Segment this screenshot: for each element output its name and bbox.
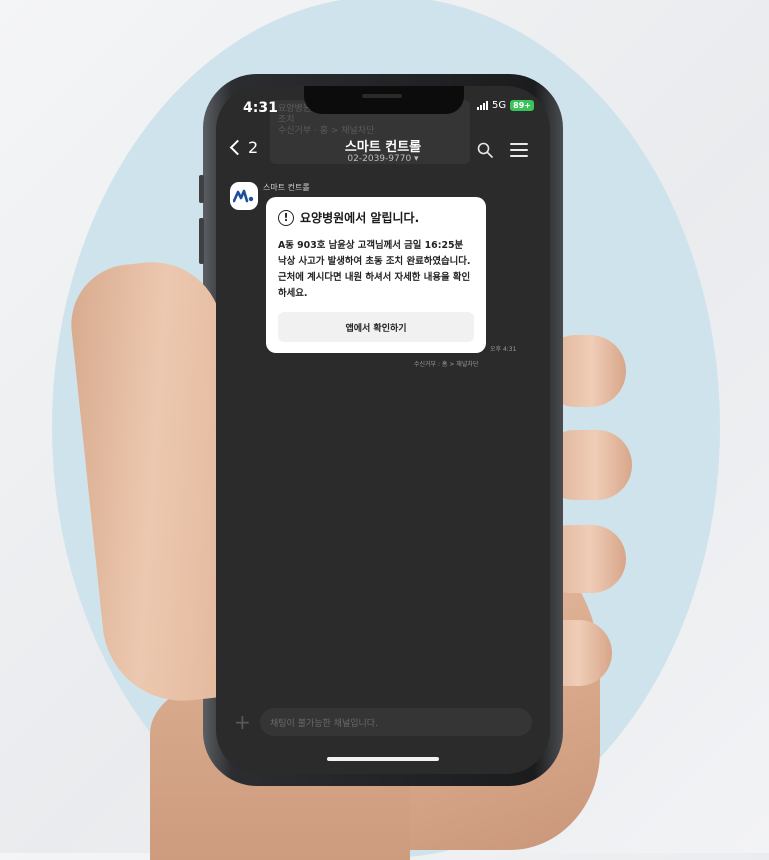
card-body-line: A동 903호 남윤상 고객님께서 금일 16:25분 <box>278 240 464 251</box>
card-body-line: 낙상 사고가 발생하여 초동 조치 완료하였습니다. <box>278 256 471 267</box>
card-body-line: 하세요. <box>278 288 308 299</box>
card-body-line: 근처에 계시다면 내원 하셔서 자세한 내용을 확인 <box>278 272 471 283</box>
sender-name: 스마트 컨트롤 <box>263 183 310 192</box>
exclamation-circle-icon: ! <box>278 209 294 226</box>
message-time: 오후 4:31 <box>490 346 517 353</box>
chat-phone-number[interactable]: 02-2039-9770 ▾ <box>216 154 550 164</box>
block-channel-link[interactable]: 수신거부 : 홈 > 채널차단 <box>414 359 478 368</box>
notch <box>304 86 464 114</box>
bg-notification-line: 조치 <box>278 115 295 125</box>
search-icon[interactable] <box>477 142 493 158</box>
card-title-row: ! 요양병원에서 알립니다. <box>278 209 474 226</box>
speaker <box>362 94 402 98</box>
status-time: 4:31 <box>243 100 278 116</box>
volume-up-button <box>199 175 204 203</box>
brand-logo-icon[interactable] <box>230 182 258 210</box>
battery-icon: 89+ <box>510 100 534 111</box>
phone-screen: 요양병원에서 알립니다 ... 조치 수신거부 · 홈 > 채널차단 4:31 … <box>216 86 550 774</box>
card-body: A동 903호 남윤상 고객님께서 금일 16:25분 낙상 사고가 발생하여 … <box>278 238 474 302</box>
signal-icon <box>477 101 489 110</box>
plus-icon: + <box>234 710 251 734</box>
card-title: 요양병원에서 알립니다. <box>300 211 420 225</box>
alert-message-card: ! 요양병원에서 알립니다. A동 903호 남윤상 고객님께서 금일 16:2… <box>266 197 486 353</box>
open-in-app-button[interactable]: 앱에서 확인하기 <box>278 312 474 342</box>
volume-down-button <box>199 218 204 264</box>
hamburger-menu-icon[interactable] <box>510 143 528 157</box>
chat-title: 스마트 컨트롤 <box>344 140 422 155</box>
status-indicators: 5G 89+ <box>477 100 534 111</box>
message-input: 채팅이 불가능한 채널입니다. <box>260 708 532 736</box>
network-label: 5G <box>492 100 507 111</box>
home-indicator[interactable] <box>327 757 439 761</box>
